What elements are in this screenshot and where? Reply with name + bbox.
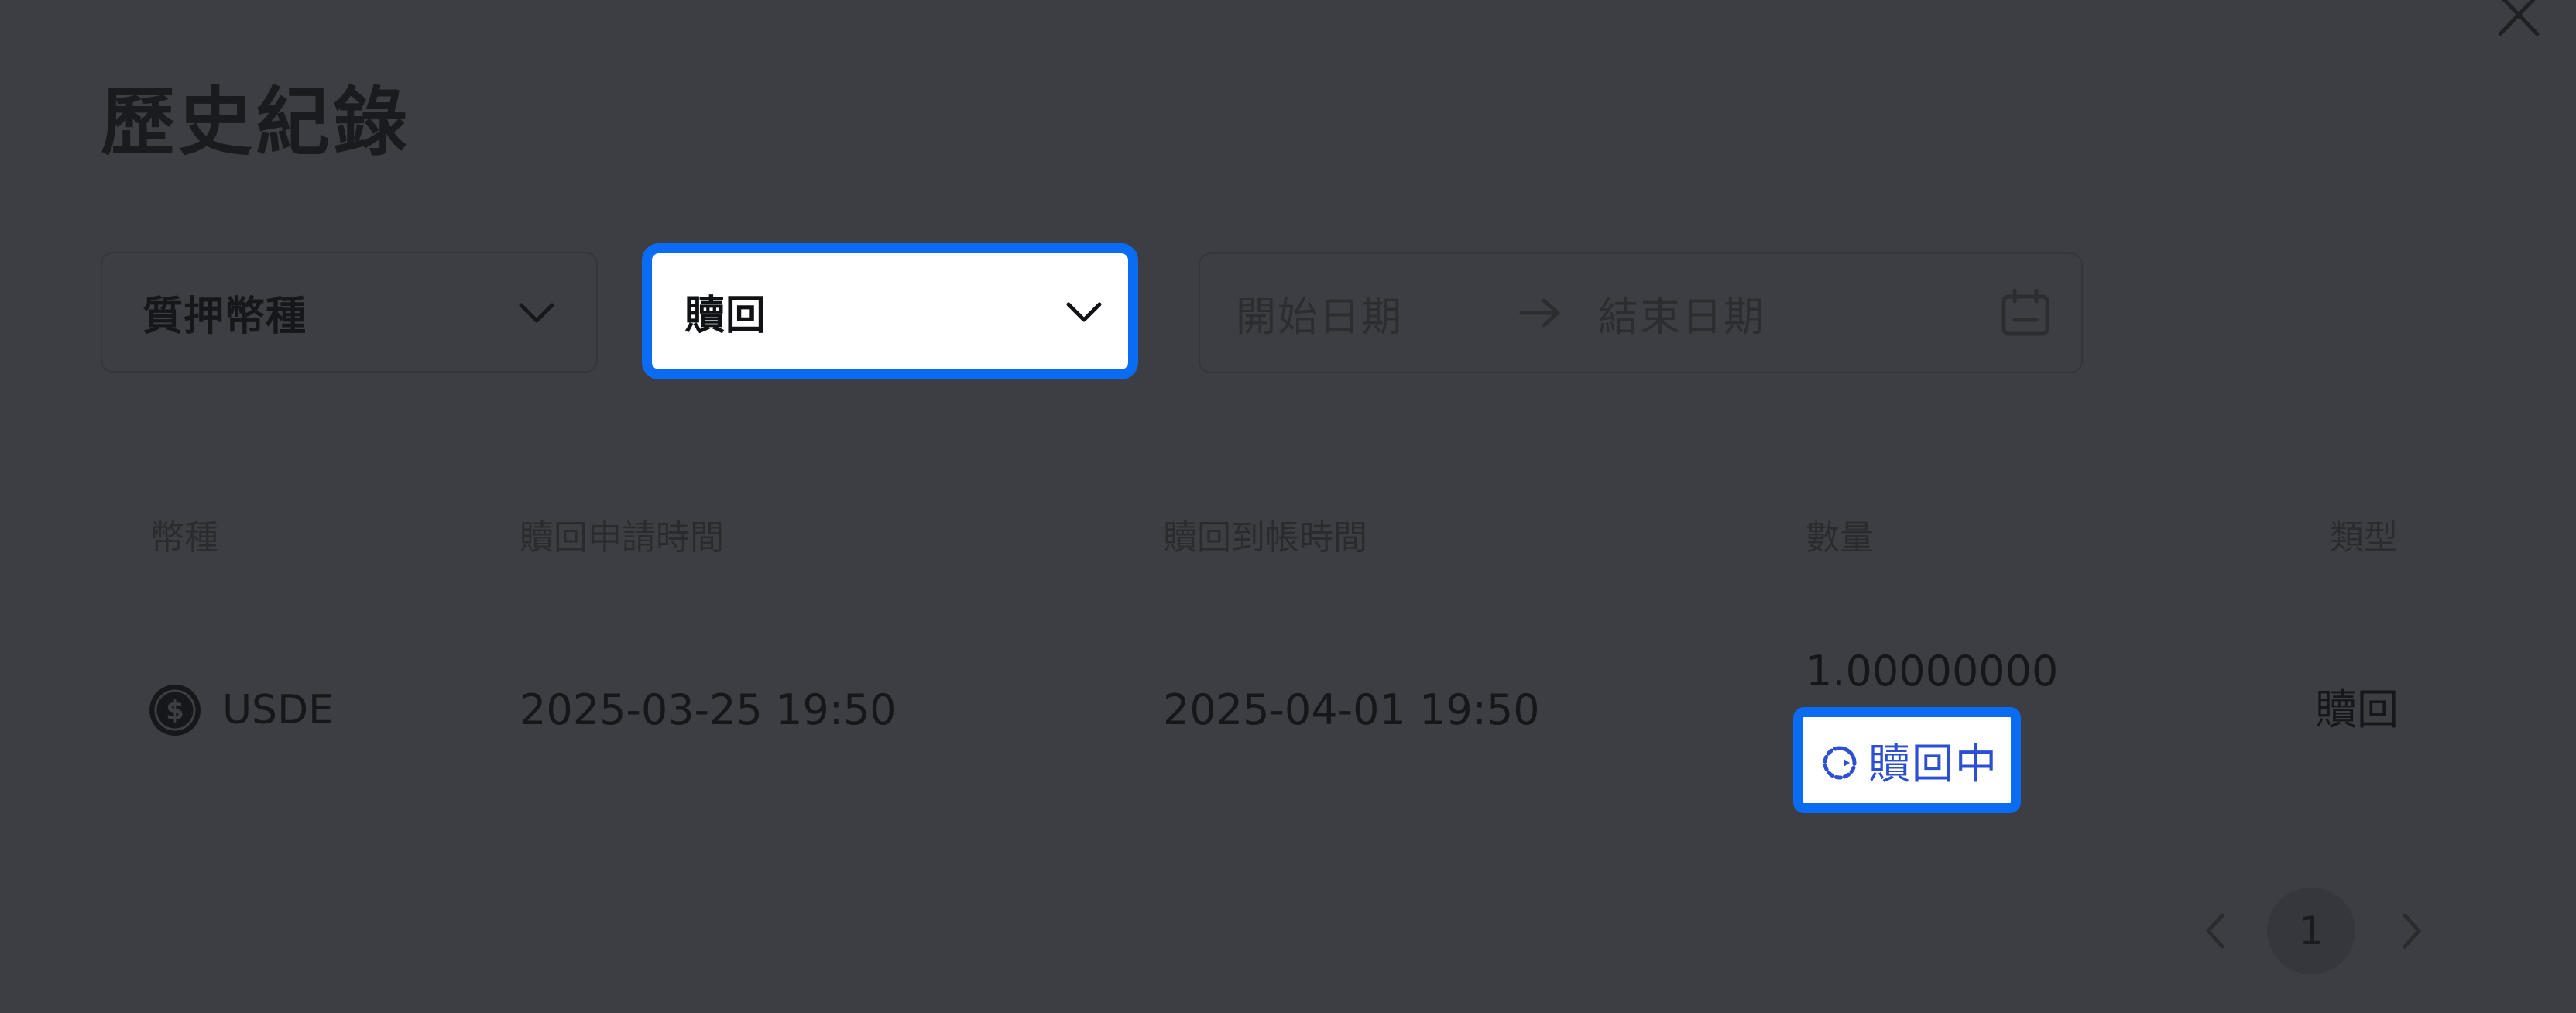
close-button[interactable] [2497,0,2540,36]
close-icon [2498,0,2540,36]
type-filter-value: 贖回 [684,292,767,339]
chevron-right-icon [2403,913,2421,949]
column-header-arrival-time: 贖回到帳時間 [1163,518,1367,558]
amount-cell: 1.00000000 [1806,647,2059,695]
column-header-coin: 幣種 [150,518,218,558]
column-header-apply-time: 贖回申請時間 [520,518,724,558]
page-number-button[interactable]: 1 [2267,888,2355,974]
page-title: 歷史紀錄 [101,79,410,166]
chevron-down-icon [519,303,554,323]
prev-page-button[interactable] [2196,908,2235,954]
processing-icon [1823,746,1857,779]
next-page-button[interactable] [2392,908,2431,954]
start-date-input[interactable]: 開始日期 [1236,284,1403,342]
coin-name: USDE [222,687,334,733]
status-text: 贖回中 [1868,740,1998,788]
chevron-left-icon [2206,913,2224,949]
date-range-picker[interactable]: 開始日期 結束日期 [1199,252,2083,373]
coin-filter-select[interactable]: 質押幣種 [101,252,598,373]
arrow-right-icon [1519,298,1560,328]
column-header-amount: 數量 [1806,518,1874,558]
status-badge: 贖回中 [1793,707,2021,813]
calendar-icon[interactable] [2001,289,2050,337]
column-header-type: 類型 [2330,518,2398,558]
svg-text:$: $ [166,695,184,726]
arrival-time-cell: 2025-04-01 19:50 [1163,685,1540,734]
coin-filter-label: 質押幣種 [142,293,307,340]
end-date-input[interactable]: 結束日期 [1598,284,2001,342]
chevron-down-icon [1066,302,1102,322]
apply-time-cell: 2025-03-25 19:50 [520,685,897,734]
usde-coin-icon: $ [149,685,201,736]
type-cell: 贖回 [2315,685,2399,734]
coin-cell: $ USDE [148,683,334,737]
type-filter-select[interactable]: 贖回 [642,243,1138,379]
